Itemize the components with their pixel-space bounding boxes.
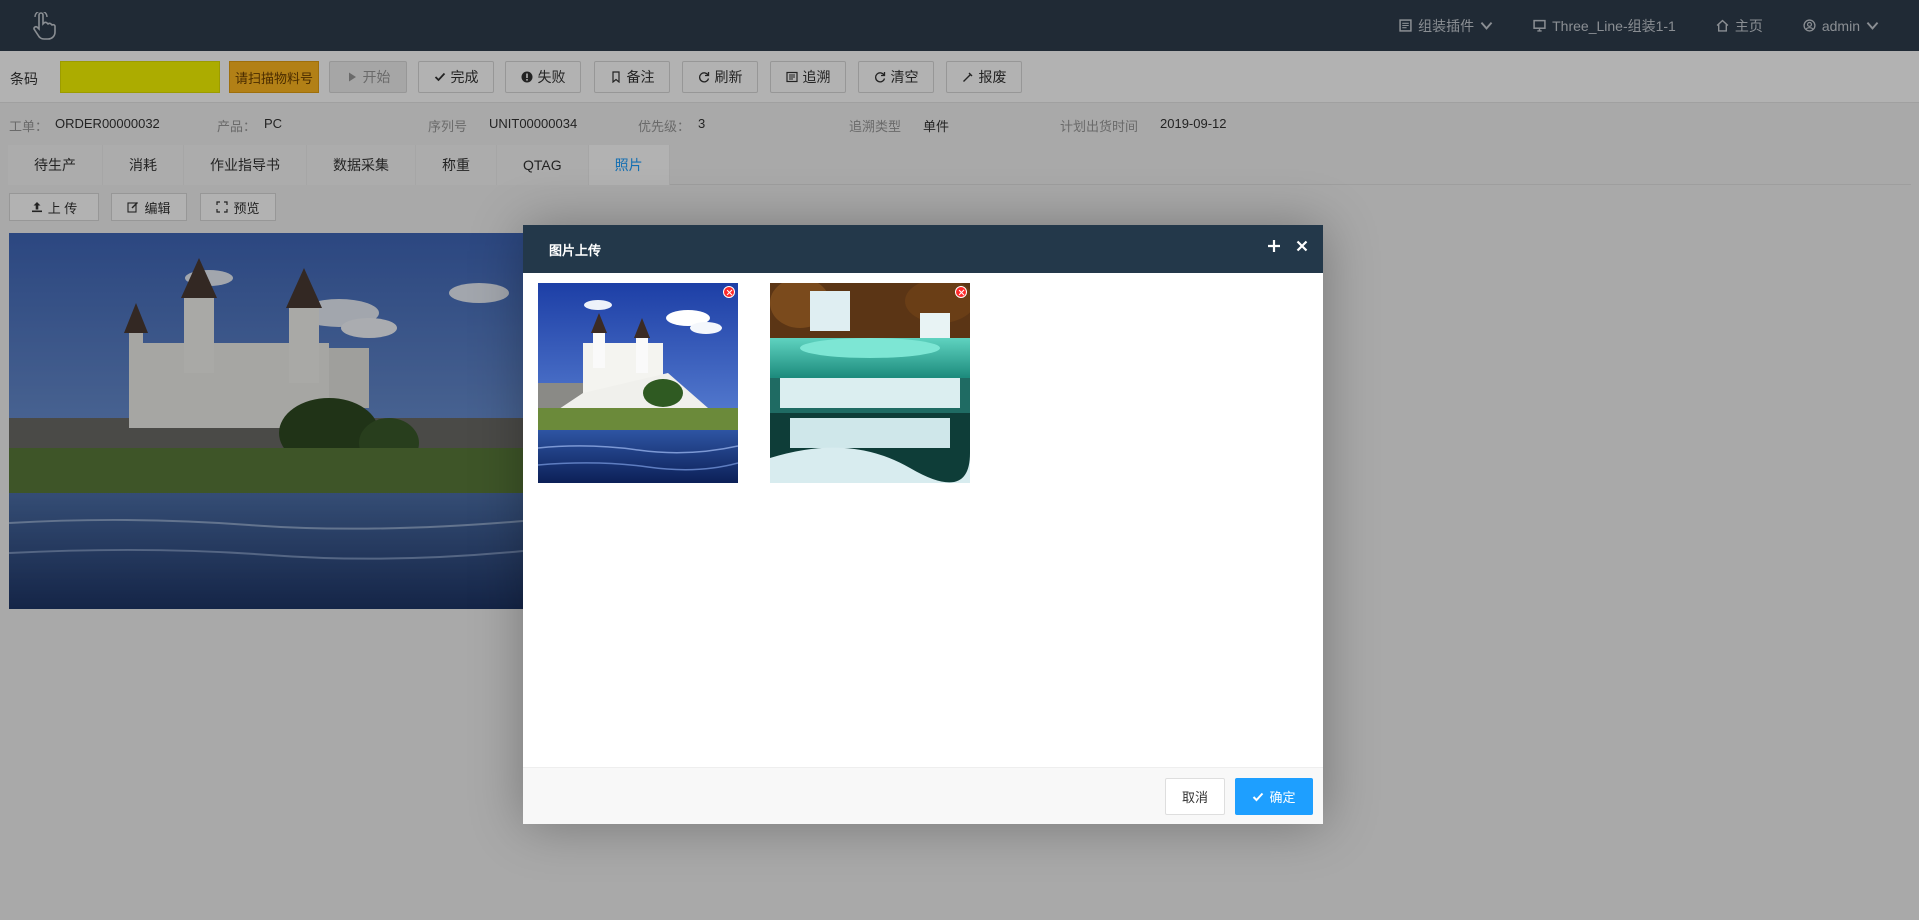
dialog-footer: 取消 确定 [523,767,1323,824]
maximize-icon[interactable] [1267,239,1281,253]
castle-lake-photo[interactable] [538,283,738,483]
close-icon[interactable] [1295,239,1309,253]
delete-image-icon[interactable] [955,286,967,298]
dialog-header: 图片上传 [523,225,1323,273]
cancel-button[interactable]: 取消 [1165,778,1225,815]
button-label: 确定 [1269,790,1296,805]
confirm-button[interactable]: 确定 [1235,778,1313,815]
delete-image-icon[interactable] [723,286,735,298]
waterfall-photo[interactable] [770,283,970,483]
dialog-body [523,273,1323,767]
dialog-title: 图片上传 [549,242,602,258]
image-upload-dialog: 图片上传 取消 确定 [523,225,1323,824]
check-icon [1253,792,1264,801]
